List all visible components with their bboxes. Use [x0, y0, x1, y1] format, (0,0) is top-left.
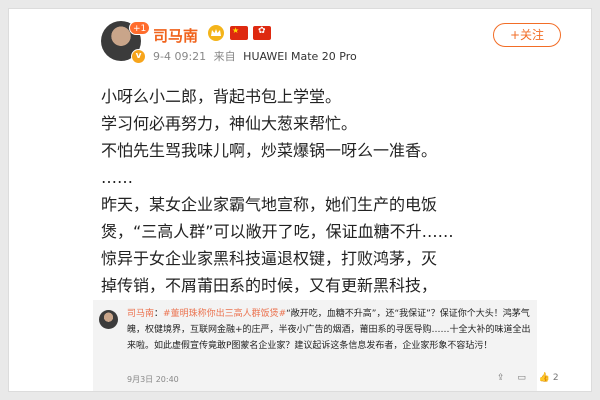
hongkong-flag-icon: ✿: [253, 26, 271, 40]
post-line: 学习何必再努力，神仙大葱来帮忙。: [101, 114, 358, 133]
hashtag-link[interactable]: #董明珠称你出三高人群饭煲#: [163, 309, 286, 319]
verified-v-icon: v: [131, 49, 146, 64]
source-prefix: 来自: [213, 50, 236, 63]
post-line: 掉传销，不屑莆田系的时候，又有更新黑科技，: [101, 276, 438, 295]
like-count: 2: [552, 373, 559, 383]
like-button[interactable]: 👍 2: [539, 373, 559, 383]
follow-button[interactable]: +关注: [493, 23, 561, 47]
post-line: 惊异于女企业家黑科技逼退权键，打败鸿茅，灭: [101, 249, 438, 268]
quoted-author-avatar[interactable]: [99, 310, 118, 329]
author-name[interactable]: 司马南: [153, 25, 198, 46]
post-line: 不怕先生骂我味儿啊，炒菜爆锅一呀么一准香。: [101, 141, 438, 160]
quoted-author-name[interactable]: 司马南: [127, 309, 154, 319]
share-icon[interactable]: ⇪: [497, 373, 505, 383]
quoted-post[interactable]: 司马南：#董明珠称你出三高人群饭煲#“敞开吃，血糖不升高”，还“我保证”？保证你…: [93, 300, 559, 391]
post-line: 昨天，某女企业家霸气地宣称，她们生产的电饭: [101, 195, 438, 214]
china-flag-icon: ★: [230, 26, 248, 40]
post-meta: 9-4 09:21 来自 HUAWEI Mate 20 Pro: [153, 48, 357, 64]
post-line: 小呀么小二郎，背起书包上学堂。: [101, 87, 342, 106]
comment-icon[interactable]: ▭: [517, 373, 526, 383]
avatar-notification-badge: +1: [129, 21, 151, 35]
post-line: ……: [101, 168, 133, 187]
quoted-actions: ⇪ ▭ 👍 2: [487, 373, 559, 383]
quoted-time[interactable]: 9月3日 20:40: [127, 374, 179, 385]
source-device: HUAWEI Mate 20 Pro: [243, 50, 357, 63]
quoted-text: 司马南：#董明珠称你出三高人群饭煲#“敞开吃，血糖不升高”，还“我保证”？保证你…: [127, 309, 531, 351]
crown-icon: [208, 25, 224, 41]
weibo-post-card: +1 v 司马南 ★ ✿ 9-4 09:21 来自 HUAWEI Mate 20…: [8, 8, 592, 392]
post-line: 煲，“三高人群”可以敞开了吃，保证血糖不升……: [101, 222, 454, 241]
post-time[interactable]: 9-4 09:21: [153, 50, 206, 63]
like-icon: 👍: [538, 373, 551, 383]
post-body: 小呀么小二郎，背起书包上学堂。 学习何必再努力，神仙大葱来帮忙。 不怕先生骂我味…: [101, 83, 531, 299]
